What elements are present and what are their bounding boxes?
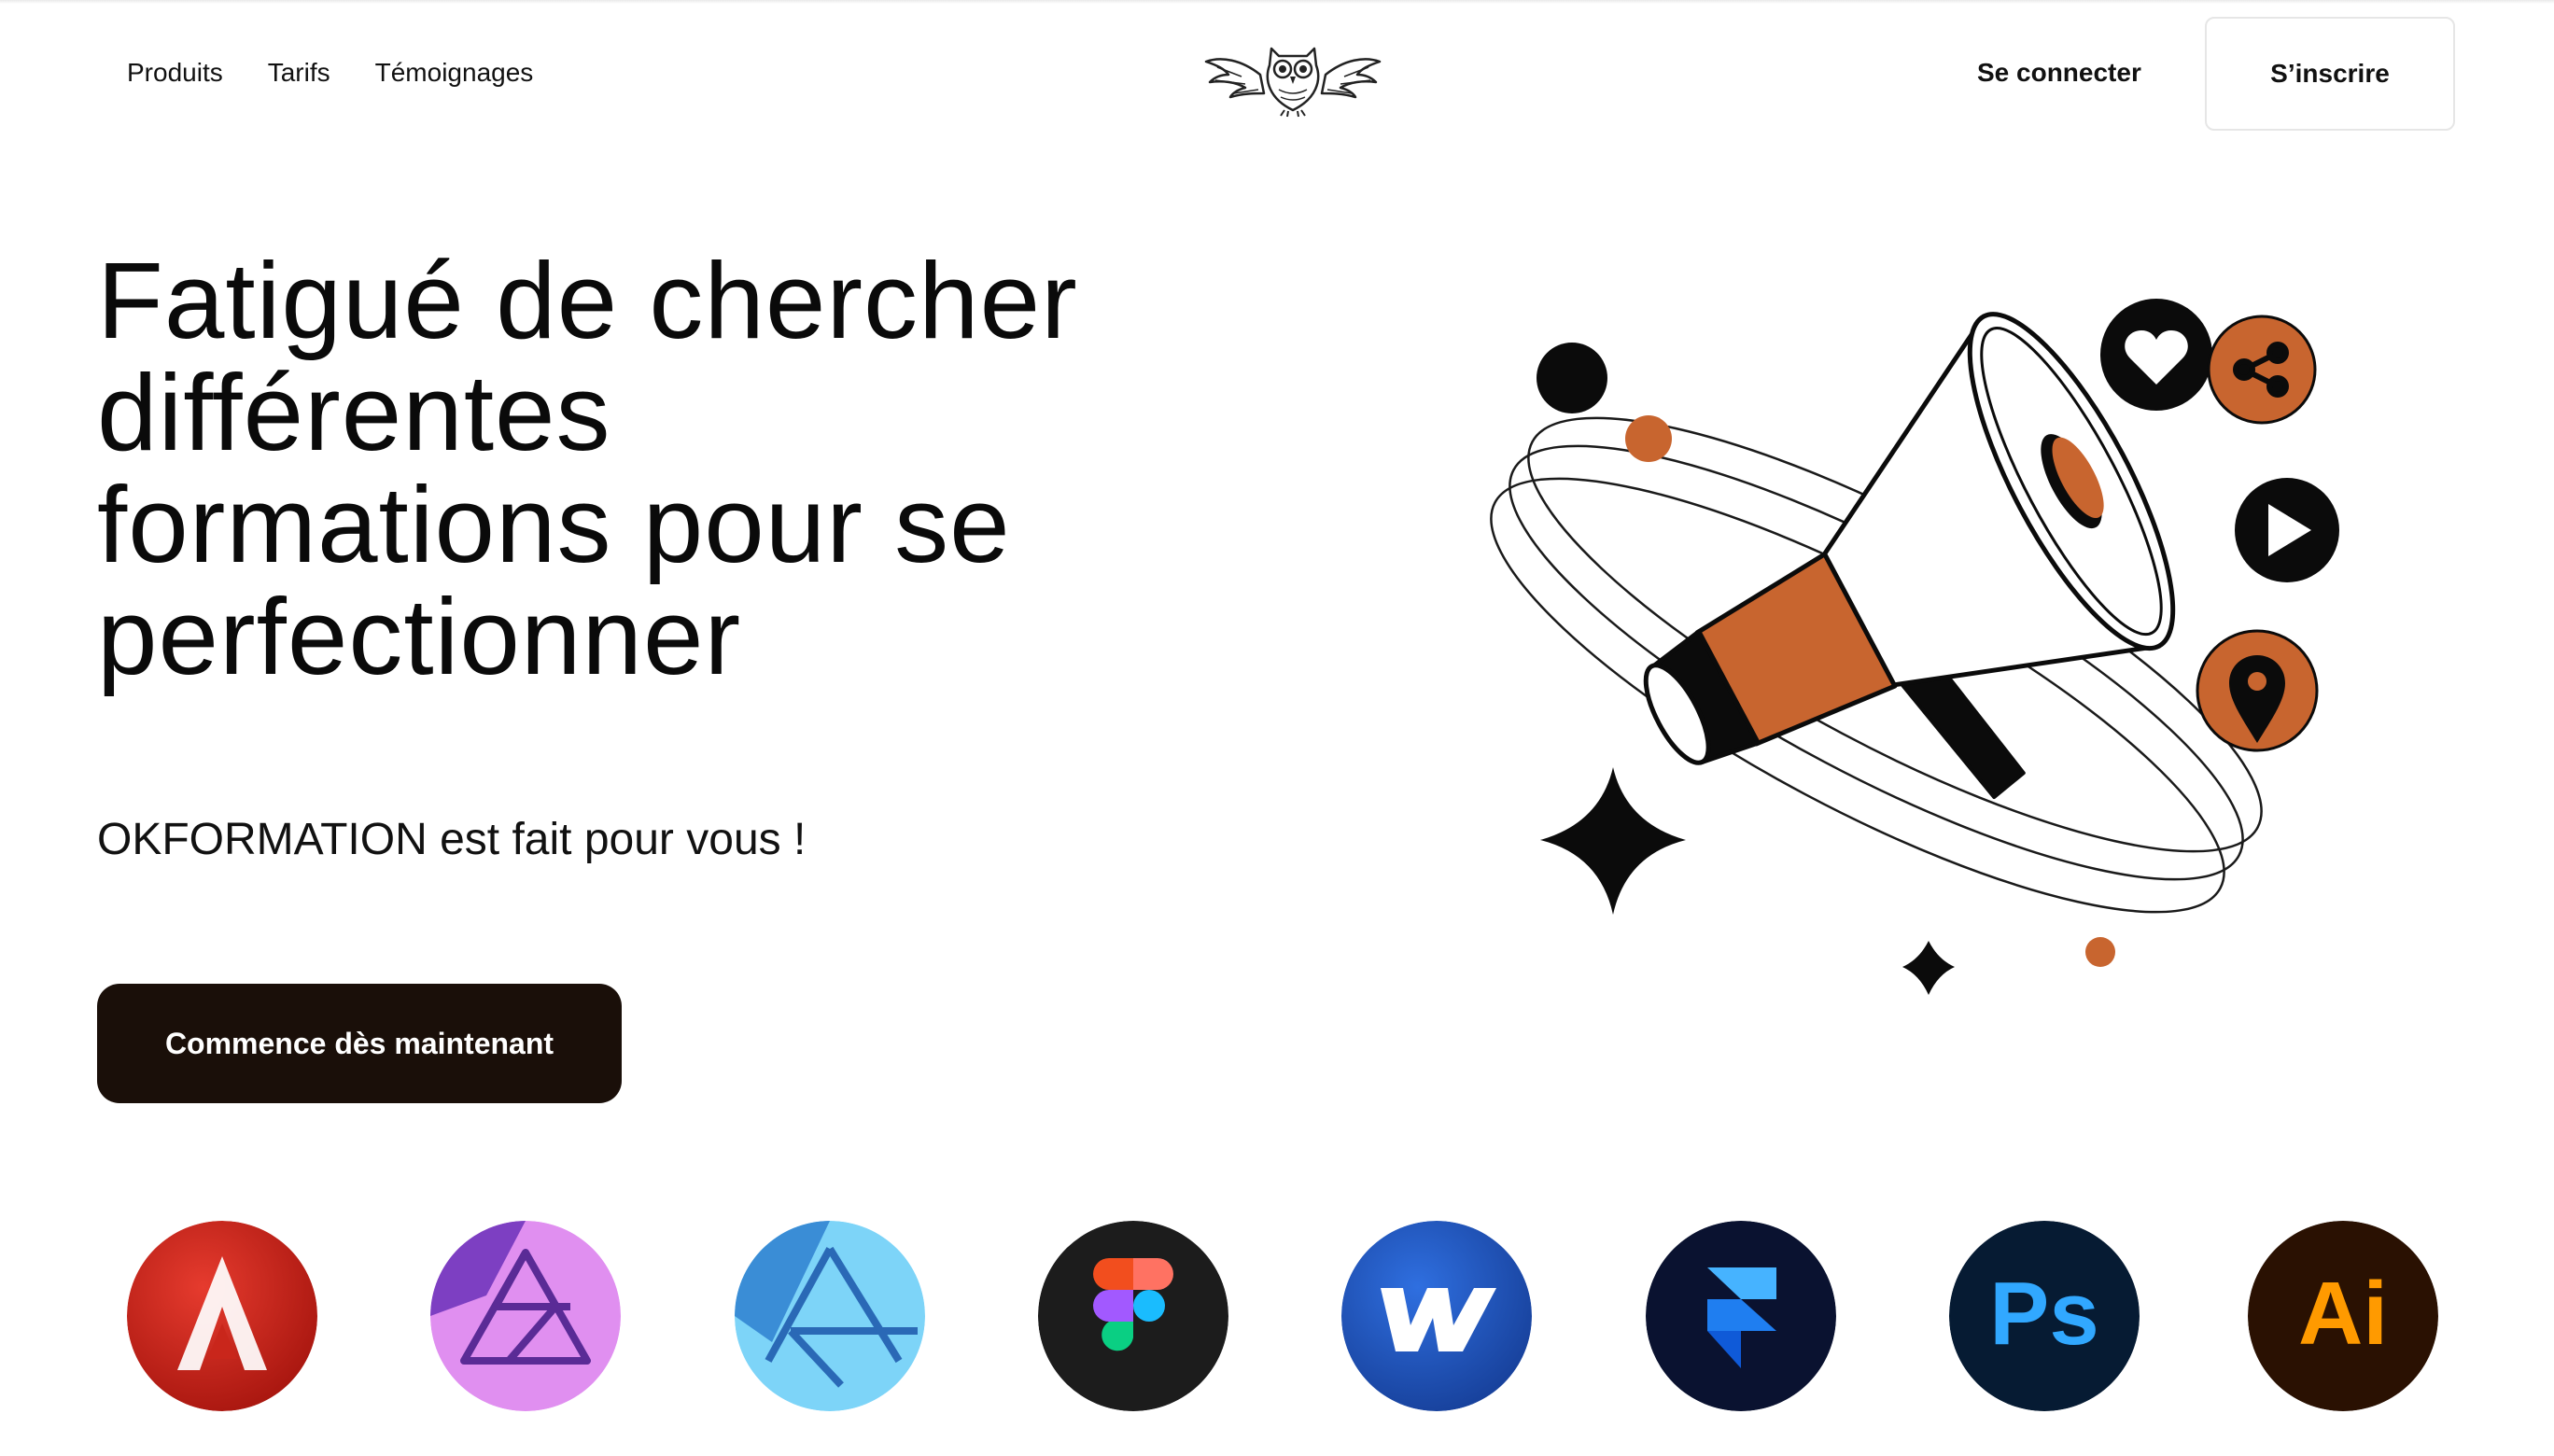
photoshop-icon[interactable]: Ps <box>1949 1221 2140 1411</box>
login-link[interactable]: Se connecter <box>1977 58 2141 88</box>
heart-badge <box>2100 299 2212 411</box>
affinity-photo-icon[interactable] <box>430 1221 621 1411</box>
megaphone-illustration <box>1490 299 2339 995</box>
nav-link-produits[interactable]: Produits <box>127 58 223 88</box>
signup-button[interactable]: S’inscrire <box>2205 17 2455 131</box>
tool-icons-row: Ps Ai <box>127 1221 2438 1411</box>
hero-subtitle: OKFORMATION est fait pour vous ! <box>97 815 807 864</box>
hero-title-line: Fatigué de chercher <box>97 240 1078 361</box>
location-badge <box>2196 629 2319 752</box>
webflow-icon[interactable] <box>1341 1221 1532 1411</box>
adobe-icon[interactable] <box>127 1221 317 1411</box>
start-now-button[interactable]: Commence dès maintenant <box>97 984 622 1103</box>
figma-icon[interactable] <box>1038 1221 1228 1411</box>
star-small-icon <box>1902 941 1955 995</box>
hero-title-line: différentes <box>97 352 611 473</box>
star-large-icon <box>1540 767 1686 915</box>
black-dot <box>1537 343 1607 413</box>
illustrator-label: Ai <box>2298 1264 2388 1364</box>
affinity-designer-icon[interactable] <box>735 1221 925 1411</box>
play-badge <box>2235 478 2339 582</box>
nav-link-tarifs[interactable]: Tarifs <box>268 58 330 88</box>
orange-dot-small <box>2085 937 2115 967</box>
hero-title-line: perfectionner <box>97 576 742 697</box>
top-border <box>0 0 2554 4</box>
nav-link-temoignages[interactable]: Témoignages <box>375 58 534 88</box>
framer-icon[interactable] <box>1646 1221 1836 1411</box>
photoshop-label: Ps <box>1989 1264 2098 1364</box>
hero-title-line: formations pour se <box>97 464 1011 585</box>
main-nav: Produits Tarifs Témoignages <box>127 58 533 88</box>
owl-logo-icon[interactable] <box>1204 28 1382 118</box>
hero-title: Fatigué de chercher différentes formatio… <box>97 245 1311 693</box>
orange-dot <box>1625 415 1672 462</box>
share-badge <box>2207 315 2317 425</box>
illustrator-icon[interactable]: Ai <box>2248 1221 2438 1411</box>
